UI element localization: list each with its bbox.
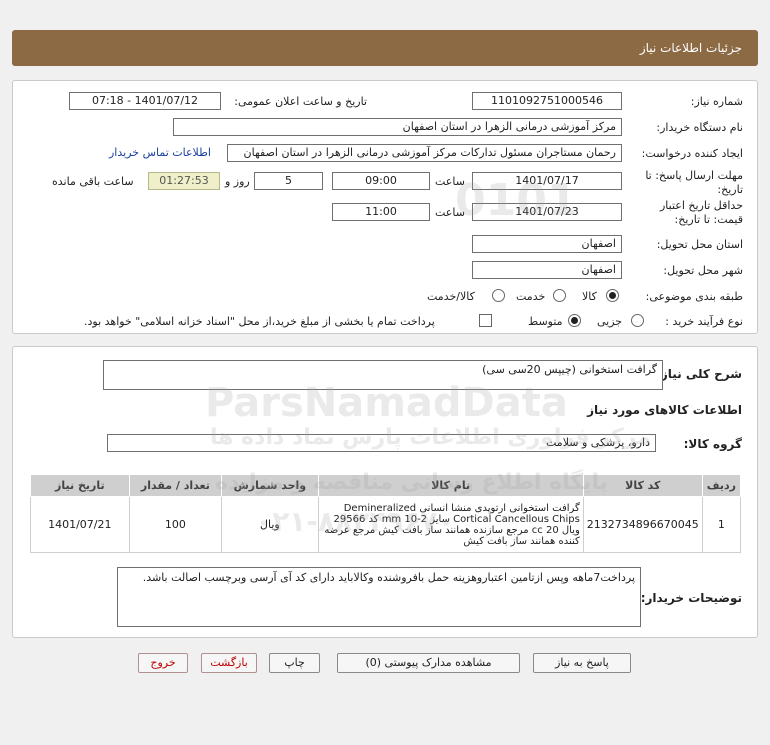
treasury-payment-text: پرداخت تمام یا بخشی از مبلغ خرید،از محل … [84,315,435,328]
watermark-phone: ۰۲۱-۸۸۳۴۹۶۷۰ [255,505,455,538]
view-attachments-button[interactable]: مشاهده مدارک پیوستی (0) [337,653,520,673]
validity-time-field: 11:00 [332,203,430,221]
watermark-line1: مرکز فراوری اطلاعات پارس نماد داده ها [210,425,651,450]
delivery-city-field: اصفهان [472,261,622,279]
deadline-label: مهلت ارسال پاسخ: تا [645,169,743,182]
category-service-radio[interactable] [553,289,566,302]
deadline-label-date: تاریخ: [717,183,743,196]
col-qty: تعداد / مقدار [128,474,223,497]
exit-button[interactable]: خروج [138,653,188,673]
treasury-payment-checkbox[interactable] [479,314,492,327]
announce-datetime-field: 1401/07/12 - 07:18 [69,92,221,110]
buyer-org-field: مرکز آموزشی درمانی الزهرا در استان اصفها… [173,118,622,136]
page-title: جزئیات اطلاعات نیاز [639,41,742,55]
delivery-province-label: استان محل تحویل: [656,238,743,251]
announce-datetime-label: تاریخ و ساعت اعلان عمومی: [234,95,367,108]
buyer-notes-label: توضیحات خریدار: [640,591,742,605]
buyer-notes-field: پرداخت7ماهه وپس ازتامین اعتباروهزینه حمل… [117,567,641,627]
process-medium-radio[interactable] [568,314,581,327]
page-header: جزئیات اطلاعات نیاز [12,30,758,66]
row-index: 1 [701,496,742,553]
delivery-province-field: اصفهان [472,235,622,253]
watermark-brand: ParsNamadData [205,380,568,426]
print-button[interactable]: چاپ [269,653,320,673]
remaining-time-field: 01:27:53 [148,172,220,190]
days-label: روز و [225,175,250,188]
category-goods-service-label: کالا/خدمت [427,290,475,303]
category-label: طبقه بندی موضوعی: [645,290,743,303]
process-medium-label: متوسط [528,315,563,328]
request-creator-field: رحمان مستاجران مسئول تدارکات مرکز آموزشی… [227,144,622,162]
process-minor-label: جزیی [597,315,623,328]
reply-button[interactable]: پاسخ به نیاز [533,653,631,673]
process-type-label: نوع فرآیند خرید : [665,315,743,328]
category-service-label: خدمت [516,290,546,303]
process-minor-radio[interactable] [631,314,644,327]
remaining-time-label: ساعت باقی مانده [52,175,134,188]
validity-label: حداقل تاریخ اعتبار [659,199,743,212]
category-goods-radio[interactable] [606,289,619,302]
row-date: 1401/07/21 [30,496,130,553]
category-goods-service-radio[interactable] [492,289,505,302]
validity-label-date: قیمت: تا تاریخ: [674,213,743,226]
remaining-days-field: 5 [254,172,323,190]
row-code: 2132734896670045 [582,496,703,553]
buyer-contact-link[interactable]: اطلاعات تماس خریدار [109,146,211,159]
buyer-org-label: نام دستگاه خریدار: [656,121,743,134]
need-number-label: شماره نیاز: [690,95,743,108]
col-index: ردیف [701,474,742,497]
watermark-code: 0101 [455,175,578,226]
request-creator-label: ایجاد کننده درخواست: [641,147,743,160]
row-qty: 100 [128,496,223,553]
watermark-line2: پایگاه اطلاع رسانی مناقصه و مزایده [215,470,608,495]
need-summary-label: شرح کلی نیاز: [656,367,742,381]
goods-group-label: گروه کالا: [683,437,742,451]
col-date: تاریخ نیاز [30,474,130,497]
delivery-city-label: شهر محل تحویل: [663,264,743,277]
back-button[interactable]: بازگشت [201,653,257,673]
goods-section-title: اطلاعات کالاهای مورد نیاز [587,403,742,417]
need-number-field: 1101092751000546 [472,92,622,110]
category-goods-label: کالا [582,290,597,303]
deadline-time-field: 09:00 [332,172,430,190]
